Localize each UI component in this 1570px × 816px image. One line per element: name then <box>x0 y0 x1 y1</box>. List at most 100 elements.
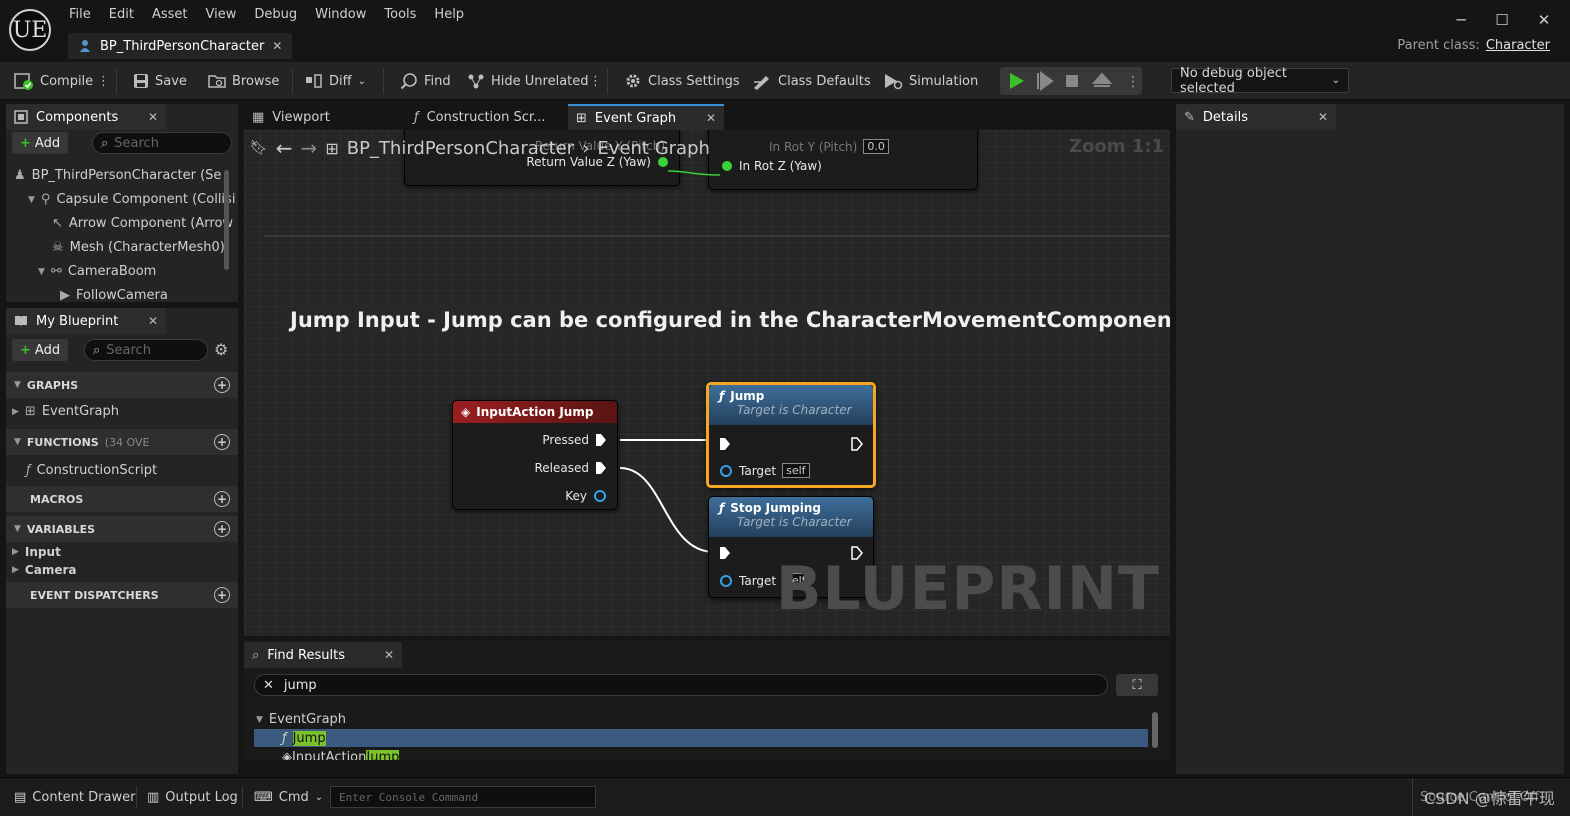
back-arrow-icon[interactable]: ← <box>276 136 293 160</box>
tree-item[interactable]: ↖ Arrow Component (Arrow <box>52 216 233 231</box>
close-icon[interactable]: ✕ <box>272 39 282 53</box>
play-icon[interactable] <box>1010 73 1024 89</box>
step-icon[interactable] <box>1037 71 1054 91</box>
hide-unrelated-button[interactable]: Hide Unrelated <box>467 62 589 100</box>
maximize-icon[interactable]: ☐ <box>1491 10 1513 30</box>
menu-debug[interactable]: Debug <box>245 5 306 25</box>
close-icon[interactable]: ✕ <box>148 110 158 124</box>
close-window-icon[interactable]: ✕ <box>1533 10 1555 30</box>
event-dispatchers-header[interactable]: EVENT DISPATCHERS + <box>6 582 238 608</box>
add-macro-icon[interactable]: + <box>214 491 230 507</box>
tree-item[interactable]: ▶ FollowCamera <box>60 288 168 302</box>
event-graph-canvas[interactable]: Return Value Y (Pitch) Return Value Z (Y… <box>244 130 1170 636</box>
key-pin[interactable]: Key <box>565 489 607 503</box>
menu-window[interactable]: Window <box>306 5 375 25</box>
debug-object-select[interactable]: No debug object selected ⌄ <box>1171 66 1349 96</box>
class-defaults-button[interactable]: Class Defaults <box>752 62 871 100</box>
key-label: Key <box>565 489 587 503</box>
tab-viewport[interactable]: ▦ Viewport <box>244 104 402 130</box>
play-options-icon[interactable]: ⋮ <box>1126 74 1140 90</box>
construction-tab-label: Construction Scr... <box>426 109 546 125</box>
macros-header[interactable]: MACROS + <box>6 486 238 512</box>
minimize-icon[interactable]: ─ <box>1450 10 1472 30</box>
exec-out-pin-icon[interactable] <box>851 437 863 451</box>
compile-options-icon[interactable]: ⋮ <box>97 62 110 100</box>
menu-file[interactable]: File <box>60 5 100 25</box>
add-function-icon[interactable]: + <box>214 434 230 450</box>
add-component-button[interactable]: + Add <box>12 132 69 154</box>
components-scrollbar[interactable] <box>224 170 229 270</box>
menu-asset[interactable]: Asset <box>143 5 197 25</box>
tab-details[interactable]: ✎ Details ✕ <box>1176 104 1336 130</box>
eventgraph-item[interactable]: ▶ ⊞ EventGraph <box>12 404 119 419</box>
more-options-icon[interactable]: ⋮ <box>589 62 602 100</box>
released-pin[interactable]: Released <box>534 461 607 475</box>
diff-button[interactable]: Diff ⌄ <box>305 62 366 100</box>
result-row[interactable]: ◈ InputAction Jump <box>282 750 400 760</box>
find-button[interactable]: Find <box>400 62 451 100</box>
tab-components[interactable]: Components ✕ <box>6 104 166 130</box>
parent-class-link[interactable]: Character <box>1486 38 1550 53</box>
comment-header[interactable]: Jump Input - Jump can be configured in t… <box>280 300 1170 340</box>
add-graph-icon[interactable]: + <box>214 377 230 393</box>
variable-category-camera[interactable]: ▶ Camera <box>12 563 76 577</box>
close-icon[interactable]: ✕ <box>384 648 394 662</box>
construction-script-item[interactable]: ƒ ConstructionScript <box>26 463 157 478</box>
simulation-button[interactable]: Simulation <box>883 62 978 100</box>
eject-icon[interactable] <box>1091 72 1113 87</box>
result-group[interactable]: ▼ EventGraph <box>256 712 346 727</box>
target-pin[interactable]: Target self <box>719 463 810 478</box>
console-command-input[interactable]: Enter Console Command <box>330 786 596 808</box>
menu-bar: File Edit Asset View Debug Window Tools … <box>60 5 473 25</box>
tree-item[interactable]: ▼ ⚯ CameraBoom <box>38 264 156 279</box>
tab-my-blueprint[interactable]: My Blueprint ✕ <box>6 308 166 334</box>
variables-header[interactable]: ▼ VARIABLES + <box>6 516 238 542</box>
menu-edit[interactable]: Edit <box>100 5 143 25</box>
variable-category-input[interactable]: ▶ Input <box>12 545 61 559</box>
close-icon[interactable]: ✕ <box>706 111 716 125</box>
menu-help[interactable]: Help <box>425 5 473 25</box>
content-drawer-button[interactable]: ▤ Content Drawer <box>14 778 135 816</box>
class-settings-button[interactable]: Class Settings <box>624 62 740 100</box>
cmd-dropdown[interactable]: ⌨ Cmd ⌄ <box>254 778 323 816</box>
stop-icon[interactable] <box>1066 75 1078 87</box>
clear-search-icon[interactable]: ✕ <box>263 678 274 693</box>
tree-item[interactable]: ☠ Mesh (CharacterMesh0) <box>52 240 225 255</box>
result-row-selected[interactable]: ƒ Jump <box>254 729 1148 747</box>
find-in-all-blueprints-button[interactable]: ⛶ <box>1116 674 1158 696</box>
exec-in-pin-icon[interactable] <box>719 437 731 451</box>
my-blueprint-search-input[interactable]: ⌕ Search <box>84 339 208 361</box>
browse-button[interactable]: Browse <box>208 62 279 100</box>
add-member-button[interactable]: + Add <box>12 339 69 361</box>
save-button[interactable]: Save <box>133 62 187 100</box>
components-tab-label: Components <box>36 109 119 125</box>
add-dispatcher-icon[interactable]: + <box>214 587 230 603</box>
tree-item[interactable]: ▼ ⚲ Capsule Component (Collisi <box>28 192 235 207</box>
components-search-input[interactable]: ⌕ Search <box>92 132 232 154</box>
tab-find-results[interactable]: ⌕ Find Results ✕ <box>244 642 402 668</box>
tab-construction-script[interactable]: ƒ Construction Scr... <box>406 104 566 130</box>
compile-button[interactable]: Compile <box>14 62 93 100</box>
bookmark-icon[interactable]: 🔖︎ <box>250 140 268 156</box>
menu-view[interactable]: View <box>197 5 246 25</box>
forward-arrow-icon[interactable]: → <box>301 136 318 160</box>
add-variable-icon[interactable]: + <box>214 521 230 537</box>
functions-header[interactable]: ▼ FUNCTIONS (34 OVE + <box>6 429 238 455</box>
viewport-icon: ▦ <box>252 109 265 125</box>
close-icon[interactable]: ✕ <box>1318 110 1328 124</box>
exec-in-pin-icon[interactable] <box>719 546 731 560</box>
breadcrumb-root[interactable]: BP_ThirdPersonCharacter <box>347 138 574 159</box>
tree-item[interactable]: ♟ BP_ThirdPersonCharacter (Se <box>14 168 221 183</box>
document-tab[interactable]: BP_ThirdPersonCharacter ✕ <box>68 33 293 59</box>
settings-gear-icon[interactable]: ⚙ <box>214 340 228 359</box>
find-search-input[interactable]: ✕ jump <box>254 674 1108 696</box>
jump-node[interactable]: ƒ Jump Target is Character Target self <box>706 382 876 488</box>
pressed-pin[interactable]: Pressed <box>542 433 607 447</box>
output-log-button[interactable]: ▥ Output Log <box>147 778 238 816</box>
tab-event-graph[interactable]: ⊞ Event Graph ✕ <box>568 104 724 130</box>
close-icon[interactable]: ✕ <box>148 314 158 328</box>
find-results-scrollbar[interactable] <box>1152 712 1158 748</box>
menu-tools[interactable]: Tools <box>375 5 425 25</box>
input-action-jump-node[interactable]: ◈ InputAction Jump Pressed Released Key <box>452 400 618 510</box>
graphs-header[interactable]: ▼ GRAPHS + <box>6 372 238 398</box>
